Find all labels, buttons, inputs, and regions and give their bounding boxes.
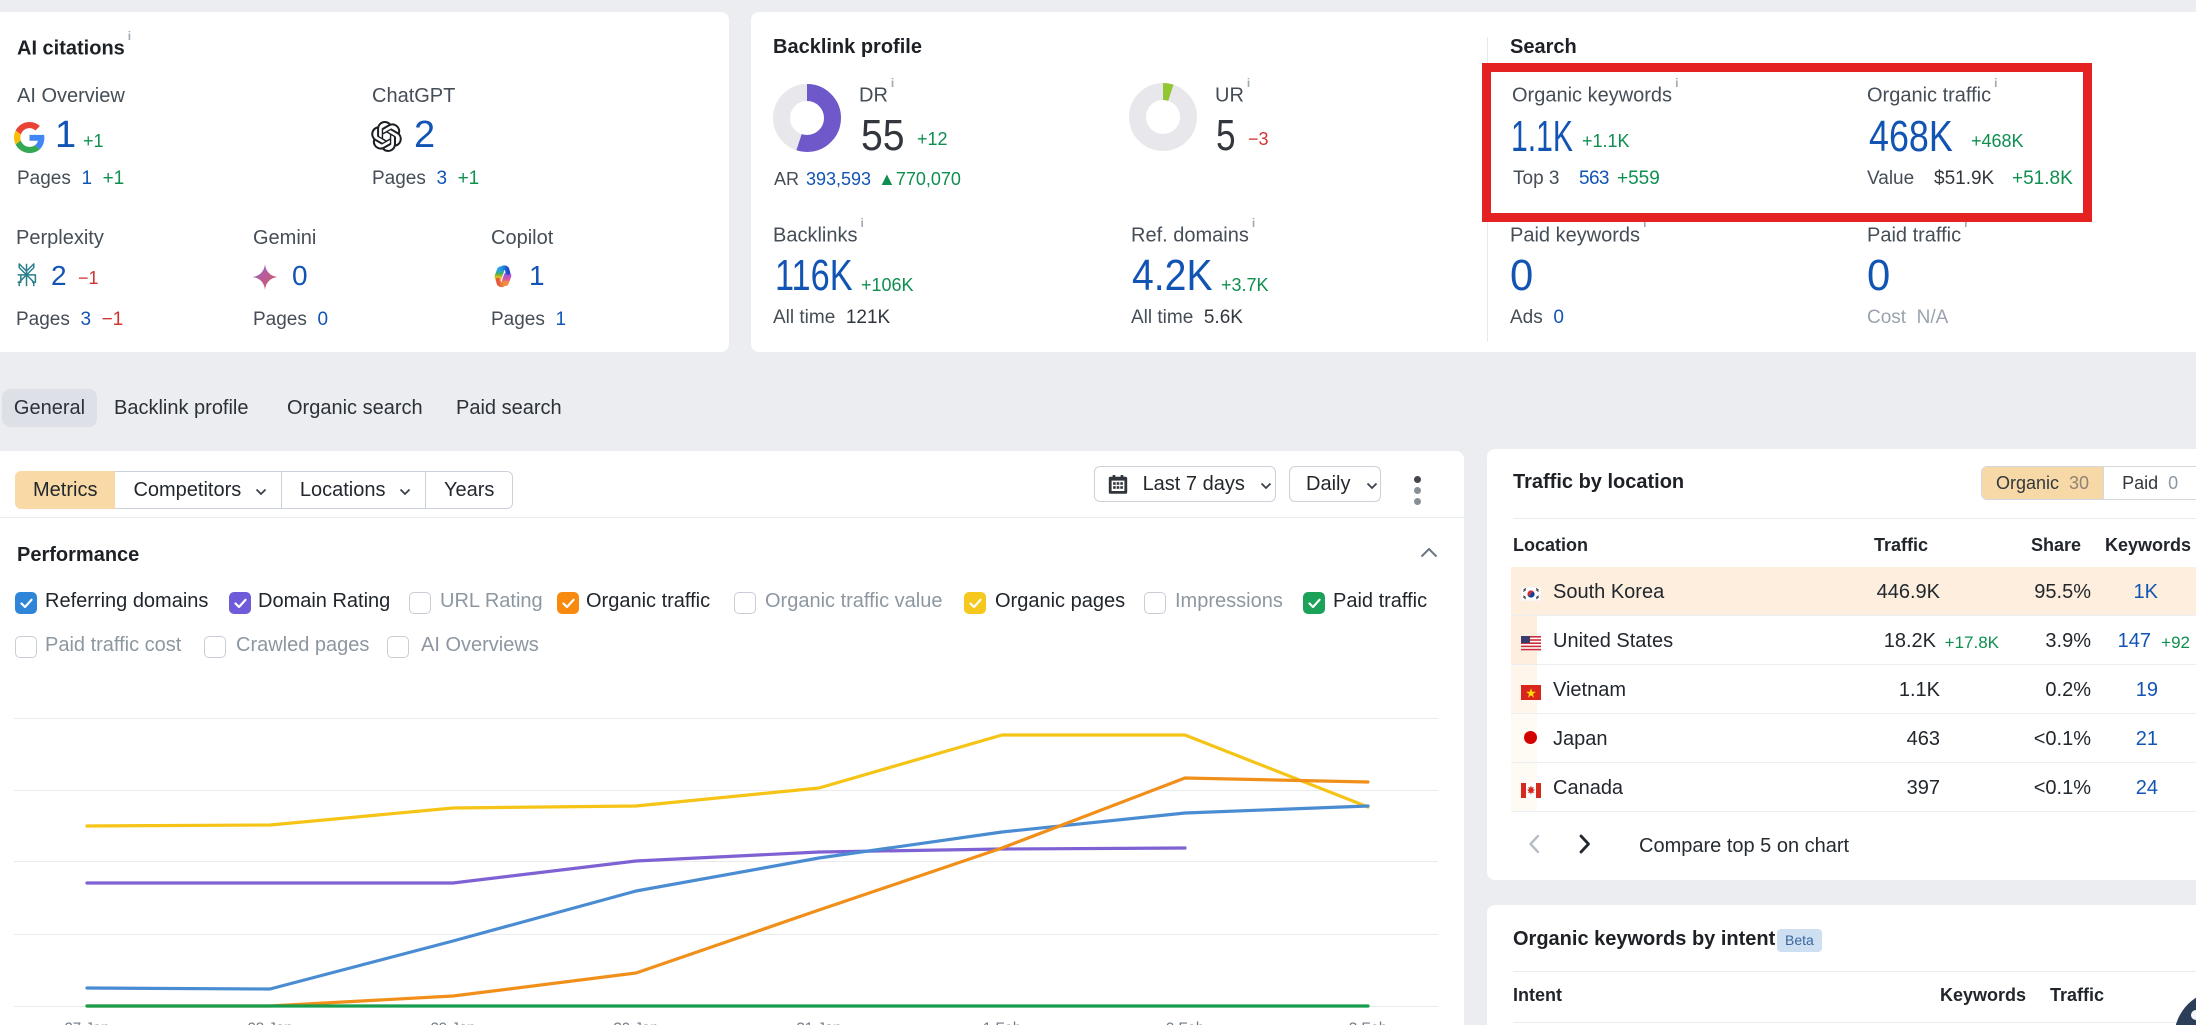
svg-text:29 Jan: 29 Jan	[430, 1020, 475, 1025]
svg-text:31 Jan: 31 Jan	[796, 1020, 841, 1025]
svg-text:3 Feb: 3 Feb	[1349, 1020, 1387, 1025]
svg-text:28 Jan: 28 Jan	[247, 1020, 292, 1025]
svg-text:27 Jan: 27 Jan	[64, 1020, 109, 1025]
svg-text:30 Jan: 30 Jan	[613, 1020, 658, 1025]
svg-text:1 Feb: 1 Feb	[983, 1020, 1021, 1025]
svg-text:2 Feb: 2 Feb	[1166, 1020, 1204, 1025]
